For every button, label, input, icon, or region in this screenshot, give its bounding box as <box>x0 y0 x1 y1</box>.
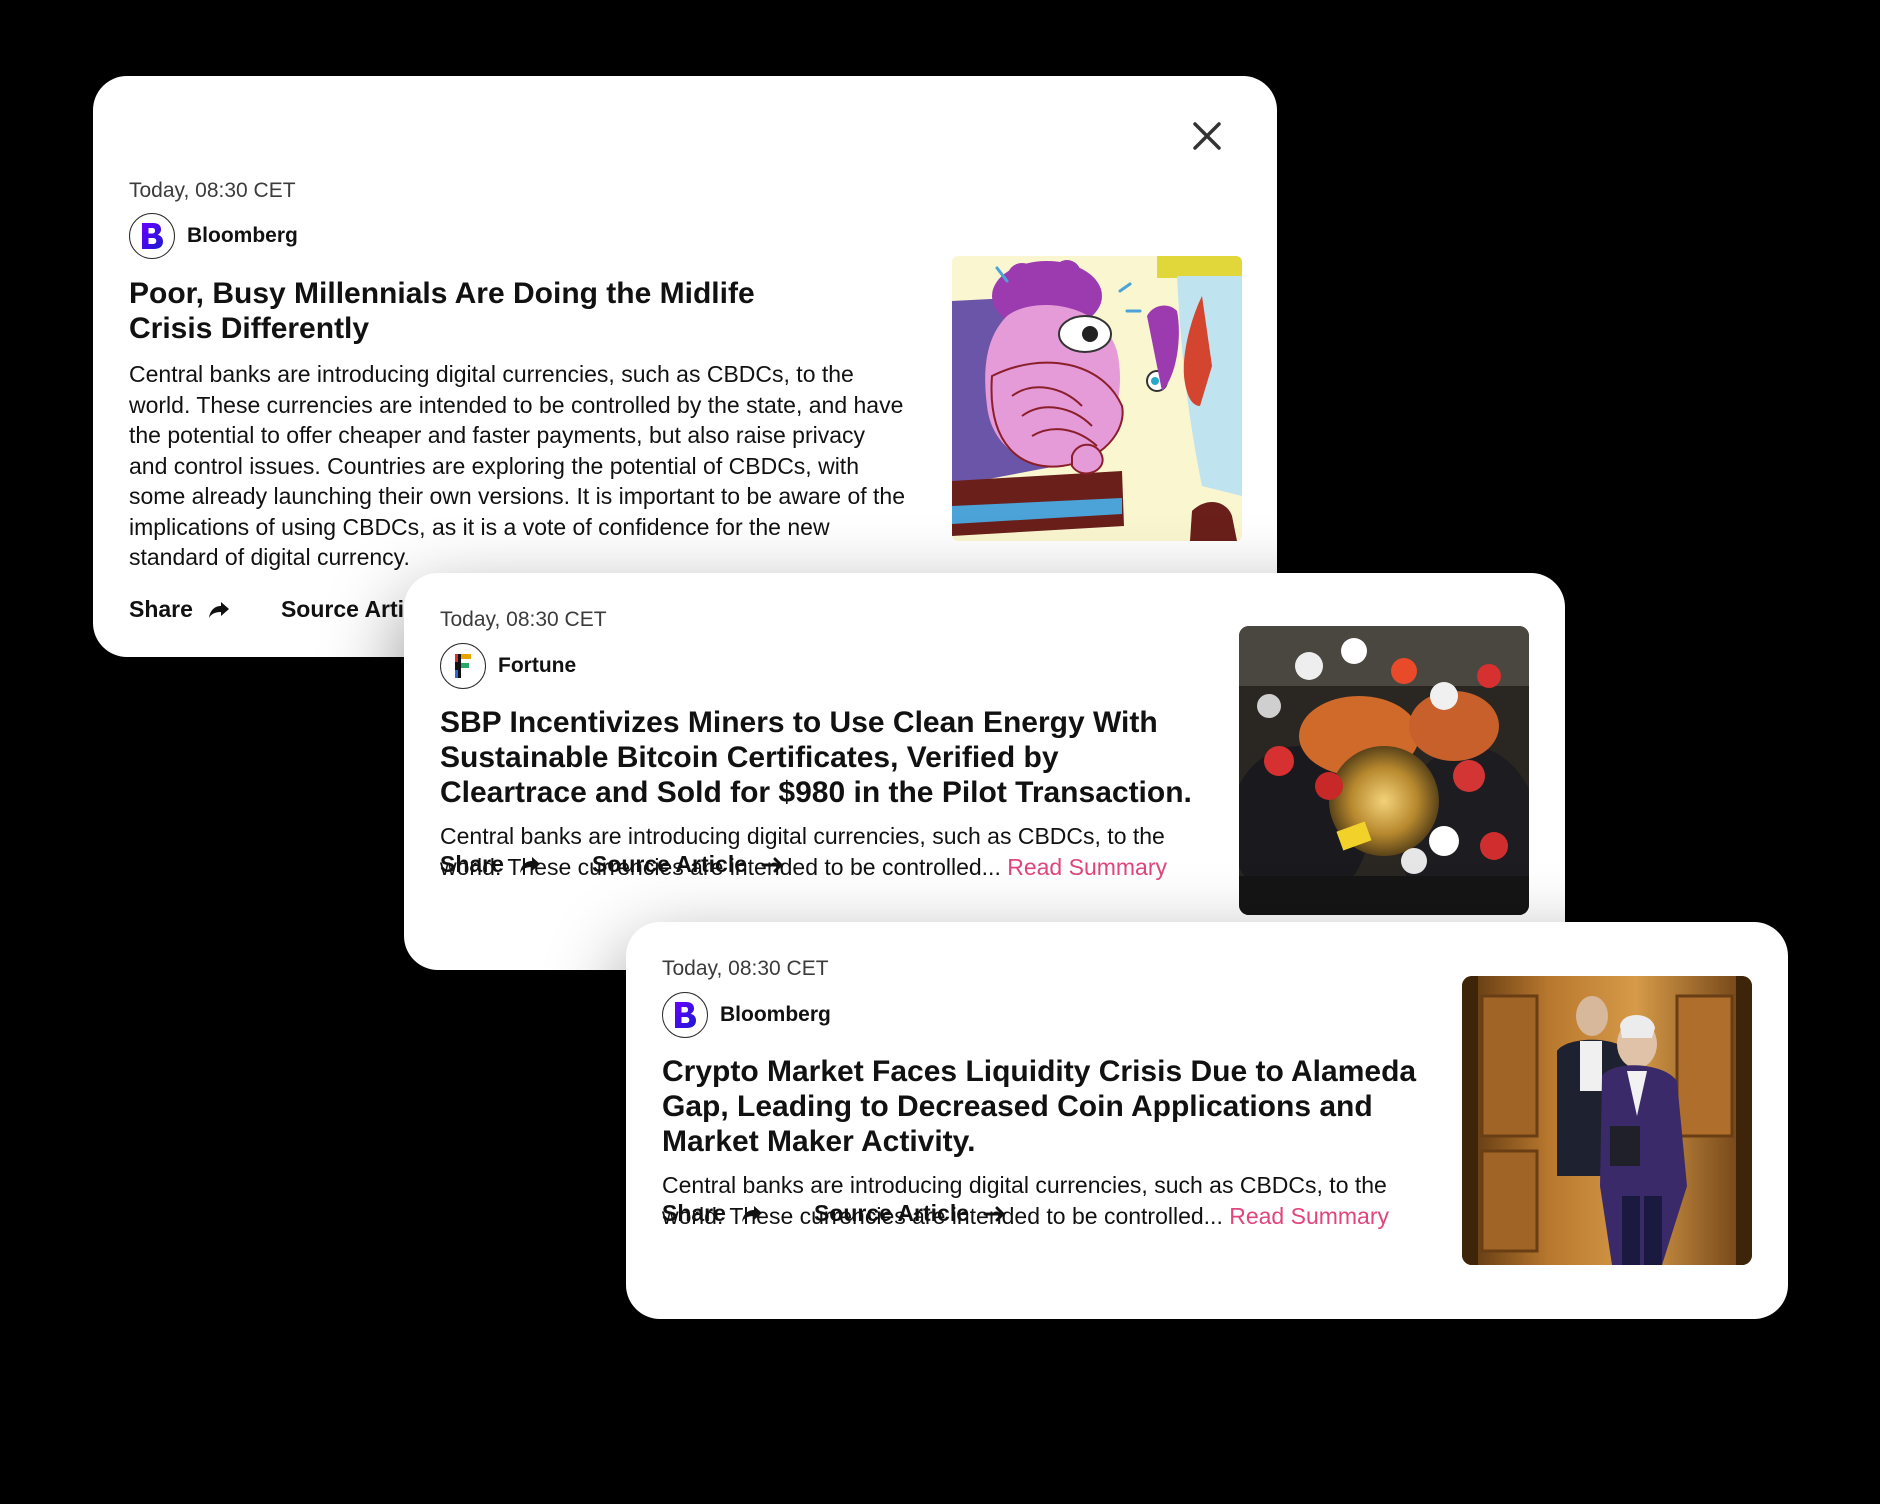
card-actions: Share Source Article <box>662 1200 1007 1227</box>
close-button[interactable] <box>1187 116 1227 156</box>
source-name: Fortune <box>498 654 577 677</box>
source-article-label: Source Article <box>591 851 748 877</box>
news-card-bloomberg-midlife: Today, 08:30 CET Bloomberg Poor, Busy Mi… <box>93 76 1277 657</box>
read-summary-link[interactable]: Read Summary <box>1007 854 1167 880</box>
source-article-link[interactable]: Source Article <box>592 851 785 878</box>
source-article-label: Source Article <box>813 1200 970 1226</box>
article-photo <box>1462 976 1752 1265</box>
summary-text: Central banks are introducing digital cu… <box>129 361 906 570</box>
timestamp: Today, 08:30 CET <box>129 179 296 202</box>
bloomberg-logo-icon <box>129 213 175 259</box>
share-button[interactable]: Share <box>129 596 231 623</box>
share-label: Share <box>129 596 193 622</box>
headline[interactable]: Poor, Busy Millennials Are Doing the Mid… <box>129 276 829 346</box>
news-card-fortune-sbp: Today, 08:30 CET Fortune SBP Incentivize… <box>404 573 1565 970</box>
source-name: Bloomberg <box>720 1003 831 1026</box>
source-badge: Fortune <box>440 643 576 689</box>
arrow-right-icon <box>761 857 783 872</box>
share-label: Share <box>662 1200 726 1226</box>
bloomberg-logo-icon <box>662 992 708 1038</box>
share-icon <box>519 856 540 873</box>
news-card-bloomberg-crypto: Today, 08:30 CET Bloomberg Crypto Market… <box>626 922 1788 1319</box>
share-icon <box>208 601 229 618</box>
share-button[interactable]: Share <box>662 1200 764 1227</box>
headline[interactable]: Crypto Market Faces Liquidity Crisis Due… <box>662 1054 1422 1159</box>
read-summary-link[interactable]: Read Summary <box>1229 1203 1389 1229</box>
fortune-logo-icon <box>440 643 486 689</box>
share-icon <box>741 1205 762 1222</box>
headline[interactable]: SBP Incentivizes Miners to Use Clean Ene… <box>440 705 1200 810</box>
card-actions: Share Source Article <box>440 851 785 878</box>
share-button[interactable]: Share <box>440 851 542 878</box>
article-illustration <box>952 256 1242 541</box>
timestamp: Today, 08:30 CET <box>662 957 829 980</box>
timestamp: Today, 08:30 CET <box>440 608 607 631</box>
source-badge: Bloomberg <box>129 213 298 259</box>
article-photo <box>1239 626 1529 915</box>
arrow-right-icon <box>983 1206 1005 1221</box>
source-article-link[interactable]: Source Article <box>814 1200 1007 1227</box>
source-badge: Bloomberg <box>662 992 831 1038</box>
close-icon <box>1193 122 1221 150</box>
share-label: Share <box>440 851 504 877</box>
source-name: Bloomberg <box>187 224 298 247</box>
